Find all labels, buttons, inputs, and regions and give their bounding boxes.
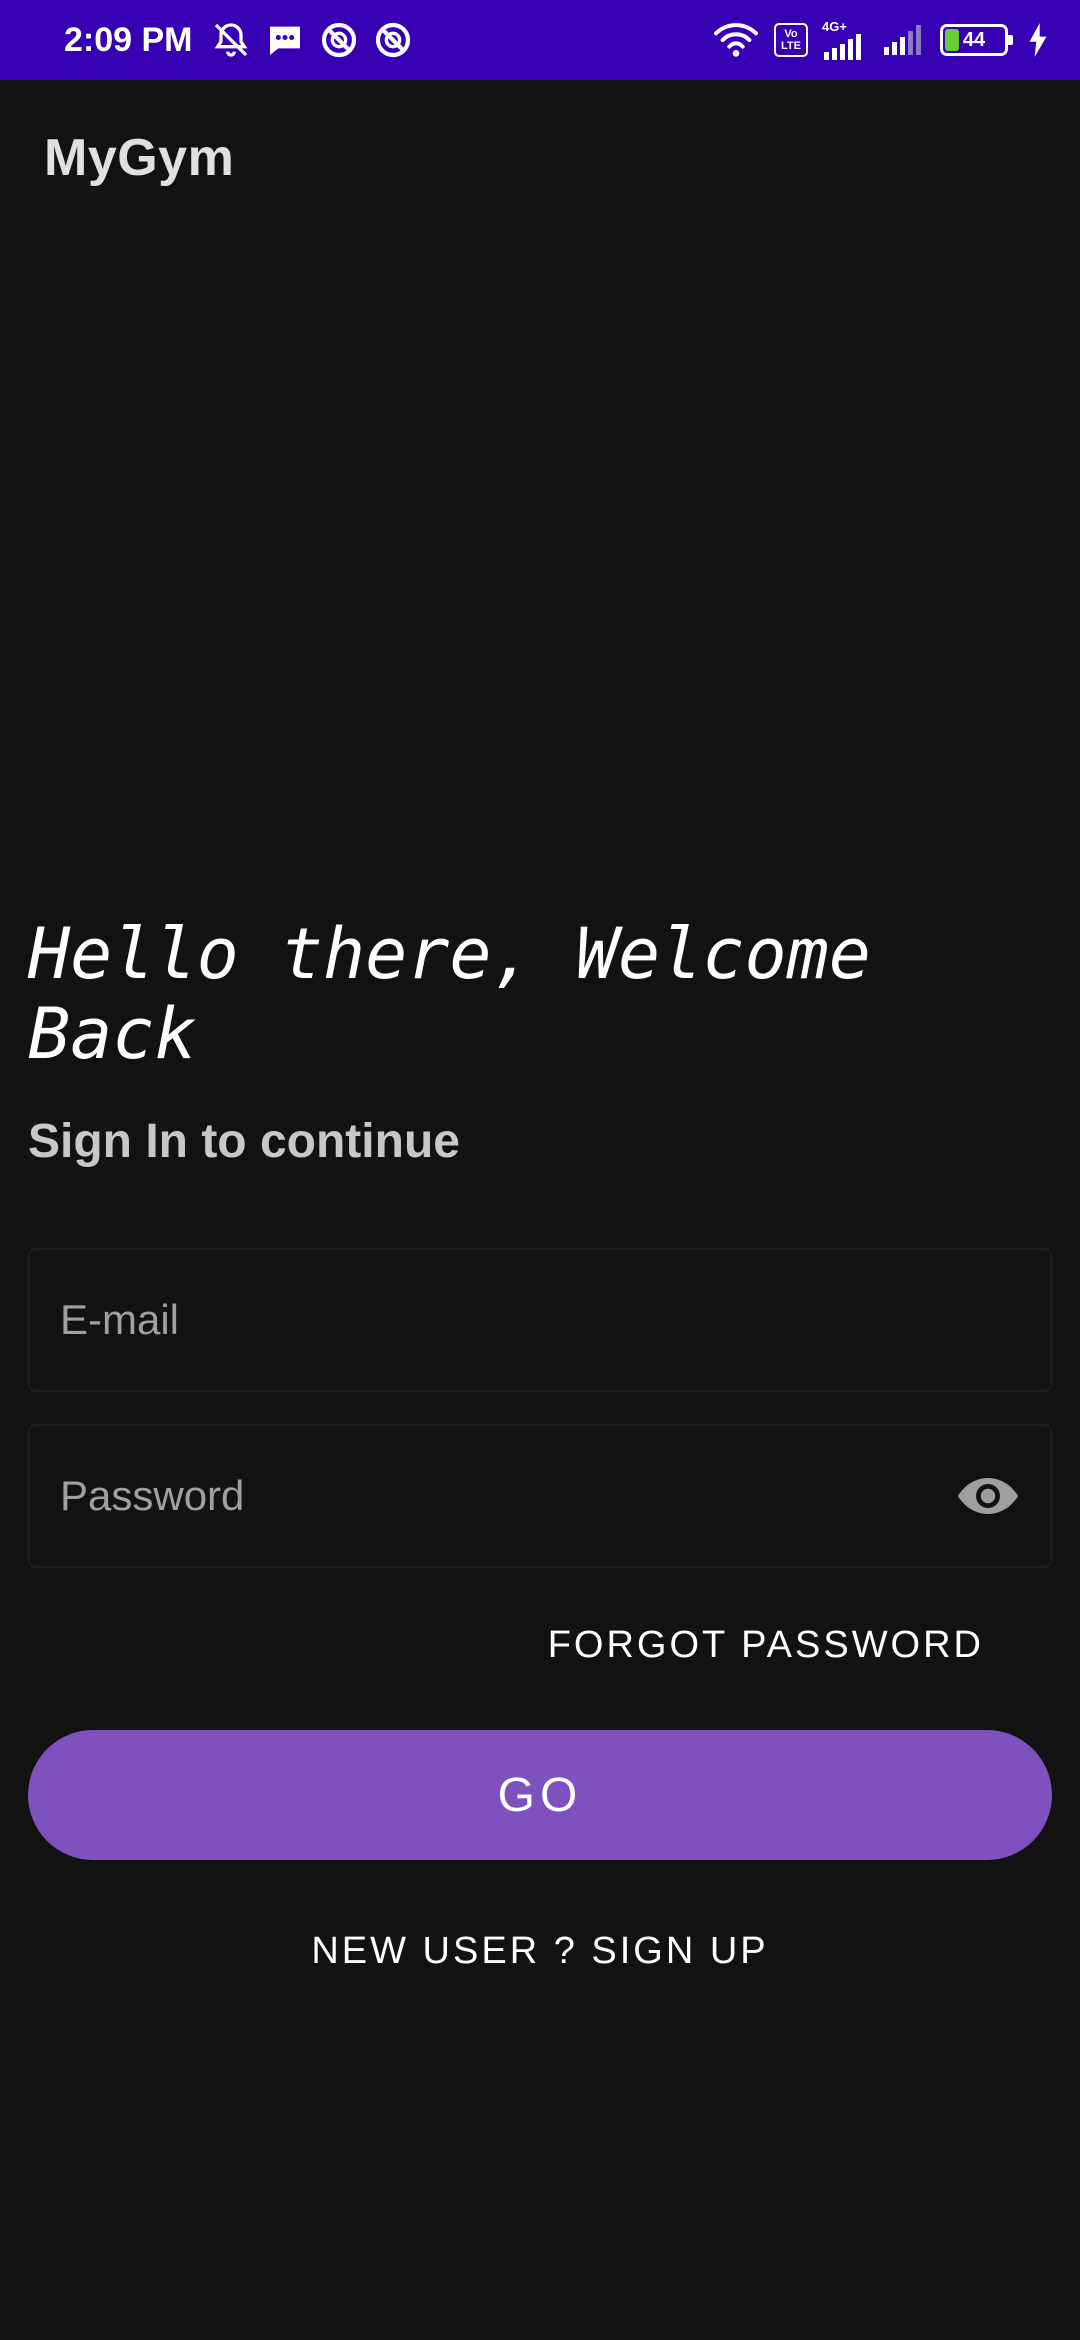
password-field[interactable]: [60, 1426, 960, 1566]
signal-1-icon: [824, 34, 861, 60]
battery-fill: [945, 29, 959, 51]
app-title: MyGym: [44, 129, 235, 187]
volte-top-text: Vo: [784, 28, 798, 40]
signal-2-icon: [884, 25, 921, 55]
status-bar: 2:09 PM Vo LTE 4G+ 44: [0, 0, 1080, 80]
email-field-container: [28, 1248, 1052, 1392]
login-screen: 2:09 PM Vo LTE 4G+ 44 MyGym Hello there,…: [0, 0, 1080, 2340]
go-button[interactable]: GO: [28, 1730, 1052, 1860]
welcome-heading: Hello there, Welcome Back: [28, 913, 871, 1075]
message-icon: [269, 26, 300, 55]
sign-in-subtitle: Sign In to continue: [28, 1115, 460, 1168]
eye-icon[interactable]: [956, 1472, 1020, 1520]
status-system-icons: Vo LTE 4G+ 44: [712, 20, 1050, 60]
charging-icon: [1029, 23, 1047, 57]
email-field[interactable]: [60, 1250, 960, 1390]
wifi-icon: [714, 23, 758, 57]
network-type: 4G+: [822, 19, 847, 34]
blocked-app-icon: [375, 22, 410, 58]
volte-bottom-text: LTE: [781, 40, 801, 52]
status-notification-icons: [211, 20, 413, 60]
forgot-password-button[interactable]: FORGOT PASSWORD: [548, 1624, 984, 1667]
blocked-app-icon: [321, 22, 356, 58]
battery-level: 44: [962, 28, 986, 51]
password-field-container: [28, 1424, 1052, 1568]
status-time: 2:09 PM: [64, 20, 193, 59]
battery-icon: 44: [940, 24, 1013, 56]
sign-up-button[interactable]: NEW USER ? SIGN UP: [0, 1930, 1080, 1973]
muted-bell-icon: [214, 23, 247, 57]
signal-1-group: 4G+: [822, 20, 868, 60]
volte-icon: Vo LTE: [774, 23, 808, 57]
